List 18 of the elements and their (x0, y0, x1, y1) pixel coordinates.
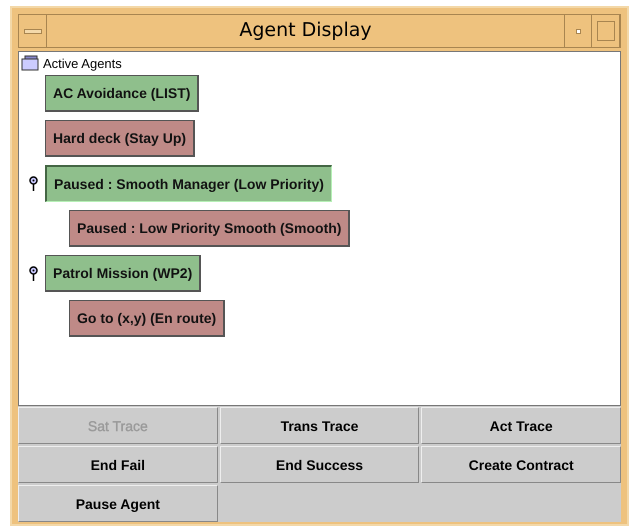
tree-root-label[interactable]: Active Agents (43, 56, 122, 70)
pin-icon[interactable] (28, 266, 38, 281)
action-button[interactable]: End Fail (18, 446, 218, 483)
action-button[interactable]: Act Trace (421, 407, 621, 444)
agent-node[interactable]: Hard deck (Stay Up) (45, 120, 196, 157)
agent-node[interactable]: AC Avoidance (LIST) (45, 75, 200, 112)
agent-node[interactable]: Paused : Low Priority Smooth (Smooth) (69, 210, 350, 247)
window-title: Agent Display (238, 18, 373, 43)
agent-node[interactable]: Patrol Mission (WP2) (45, 255, 202, 292)
pin-icon[interactable] (28, 176, 38, 191)
minimize-button[interactable] (564, 15, 592, 47)
action-button[interactable]: End Success (220, 446, 420, 483)
agent-node[interactable]: Go to (x,y) (En route) (69, 300, 226, 337)
folder-icon (21, 55, 39, 71)
action-button[interactable]: Trans Trace (220, 407, 420, 444)
agent-node[interactable]: Paused : Smooth Manager (Low Priority) (45, 165, 332, 202)
action-button[interactable]: Create Contract (421, 446, 621, 483)
action-button[interactable]: Pause Agent (18, 485, 218, 522)
